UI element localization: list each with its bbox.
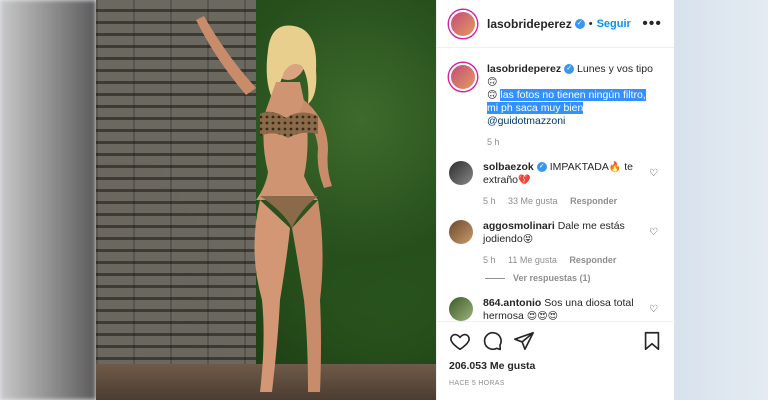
comment-username[interactable]: 864.antonio bbox=[483, 297, 541, 309]
post-photo[interactable]: › bbox=[96, 0, 436, 400]
action-bar bbox=[437, 322, 675, 352]
comment-likes[interactable]: 33 Me gusta bbox=[508, 196, 558, 206]
author-username[interactable]: lasobrideperez bbox=[487, 17, 572, 31]
comment-body: aggosmolinari Dale me estás jodiendo😝 5 … bbox=[483, 220, 643, 267]
caption-highlight-1: las fotos no tienen ningún filtro, bbox=[500, 89, 646, 101]
commenter-avatar[interactable] bbox=[449, 161, 473, 185]
comment-like-heart-icon[interactable]: ♡ bbox=[649, 228, 659, 238]
comment-username[interactable]: aggosmolinari bbox=[483, 220, 555, 232]
comment-icon[interactable] bbox=[481, 330, 503, 352]
comment-likes[interactable]: 11 Me gusta bbox=[508, 255, 557, 265]
commenter-avatar[interactable] bbox=[449, 297, 473, 321]
verified-badge-icon: ✓ bbox=[536, 162, 547, 173]
person-figure bbox=[196, 16, 332, 392]
comment-like-heart-icon[interactable]: ♡ bbox=[649, 305, 659, 315]
emoji-a: 🙃 bbox=[487, 77, 498, 88]
caption-highlight-2: mi ph saca muy bien bbox=[487, 102, 584, 114]
caption-time: 5 h bbox=[487, 137, 500, 147]
divider bbox=[485, 277, 505, 279]
bookmark-icon[interactable] bbox=[641, 330, 663, 352]
comment-body: 864.antonio Sos una diosa total hermosa … bbox=[483, 297, 643, 321]
view-replies-label: Ver respuestas (1) bbox=[513, 273, 591, 283]
comment-like-heart-icon[interactable]: ♡ bbox=[649, 169, 659, 179]
reply-button[interactable]: Responder bbox=[570, 196, 617, 206]
comment-time: 5 h bbox=[483, 196, 496, 206]
comment-meta: 5 h 11 Me gusta Responder bbox=[483, 254, 643, 267]
caption-body: lasobrideperez ✓ Lunes y vos tipo 🙃 🙃 las… bbox=[487, 63, 663, 149]
background-right bbox=[674, 0, 768, 400]
comment-item: 864.antonio Sos una diosa total hermosa … bbox=[437, 297, 675, 321]
post-sidebar: lasobrideperez ✓ • Seguir ••• lasobridep… bbox=[436, 0, 675, 400]
more-options-icon[interactable]: ••• bbox=[642, 15, 662, 33]
likes-count[interactable]: 206.053 Me gusta bbox=[437, 352, 675, 372]
caption-meta: 5 h bbox=[487, 136, 663, 149]
emoji: 💔 bbox=[518, 175, 531, 186]
share-icon[interactable] bbox=[513, 330, 535, 352]
verified-badge-icon: ✓ bbox=[564, 64, 575, 75]
emoji: 😍😍😍 bbox=[526, 311, 559, 321]
emoji-b: 🙃 bbox=[487, 90, 498, 101]
background-left bbox=[0, 0, 96, 400]
post-actions: 206.053 Me gusta HACE 5 HORAS bbox=[437, 321, 675, 400]
follow-button[interactable]: Seguir bbox=[597, 18, 631, 30]
comment-item: solbaezok ✓ IMPAKTADA🔥 te extraño💔 5 h 33… bbox=[437, 161, 675, 208]
emoji: 😝 bbox=[522, 234, 534, 245]
post-timestamp: HACE 5 HORAS bbox=[449, 380, 505, 387]
caption-text: Lunes y vos tipo bbox=[577, 63, 653, 75]
comment-body: solbaezok ✓ IMPAKTADA🔥 te extraño💔 5 h 33… bbox=[483, 161, 643, 208]
comment-time: 5 h bbox=[483, 255, 496, 265]
verified-badge-icon: ✓ bbox=[574, 18, 585, 29]
comment-text: IMPAKTADA bbox=[549, 161, 609, 173]
heart-icon[interactable] bbox=[449, 330, 471, 352]
emoji: 🔥 bbox=[608, 162, 622, 173]
separator: • bbox=[588, 17, 593, 30]
caption-username[interactable]: lasobrideperez bbox=[487, 63, 561, 75]
comments-section[interactable]: lasobrideperez ✓ Lunes y vos tipo 🙃 🙃 las… bbox=[437, 49, 675, 321]
author-avatar[interactable] bbox=[449, 9, 477, 38]
comment-meta: 5 h 33 Me gusta Responder bbox=[483, 195, 643, 208]
reply-button[interactable]: Responder bbox=[569, 255, 616, 265]
caption: lasobrideperez ✓ Lunes y vos tipo 🙃 🙃 las… bbox=[437, 49, 675, 149]
commenter-avatar[interactable] bbox=[449, 220, 473, 244]
comment-username[interactable]: solbaezok bbox=[483, 161, 534, 173]
comment-item: aggosmolinari Dale me estás jodiendo😝 5 … bbox=[437, 220, 675, 267]
view-replies-button[interactable]: Ver respuestas (1) bbox=[437, 273, 675, 283]
post-header: lasobrideperez ✓ • Seguir ••• bbox=[437, 0, 674, 48]
caption-avatar[interactable] bbox=[449, 63, 477, 91]
caption-mention[interactable]: @guidotmazzoni bbox=[487, 115, 565, 127]
